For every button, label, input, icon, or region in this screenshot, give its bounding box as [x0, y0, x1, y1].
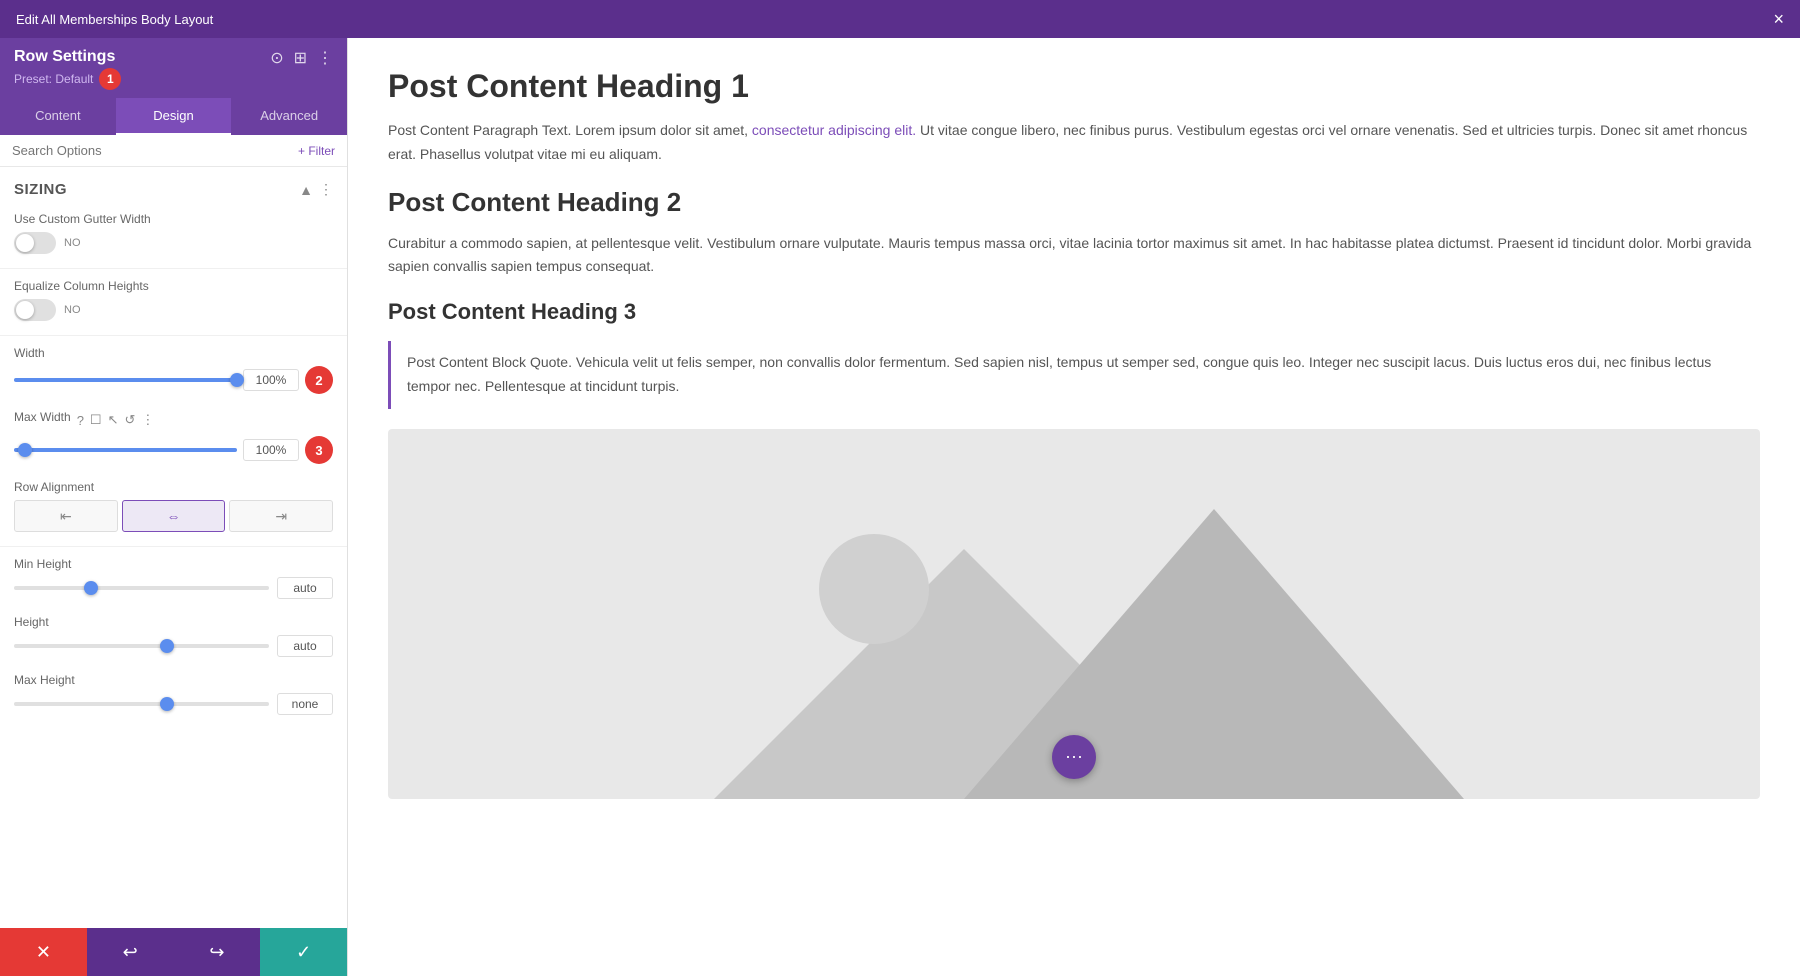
- content-para-1: Post Content Paragraph Text. Lorem ipsum…: [388, 119, 1760, 167]
- equalize-toggle-knob: [16, 301, 34, 319]
- section-more-icon[interactable]: ⋮: [319, 181, 333, 198]
- content-heading-3: Post Content Heading 3: [388, 299, 1760, 325]
- preset-badge: 1: [99, 68, 121, 90]
- max-width-row: Max Width ? ☐ ↖ ↺ ⋮ 3: [0, 404, 347, 474]
- floating-menu-icon: ···: [1065, 746, 1083, 767]
- max-height-row: Max Height: [0, 667, 347, 725]
- row-settings-header: Row Settings Preset: Default 1 ⊙ ⊞ ⋮: [0, 38, 347, 98]
- close-button[interactable]: ×: [1773, 9, 1784, 30]
- custom-gutter-toggle-label: NO: [64, 237, 81, 249]
- help-icon[interactable]: ?: [77, 413, 84, 428]
- bottom-bar: ✕ ↩ ↪ ✓: [0, 928, 347, 976]
- more-icon[interactable]: ⋮: [317, 48, 333, 68]
- height-label: Height: [14, 615, 333, 629]
- link-icon[interactable]: ☐: [90, 412, 102, 428]
- divider-2: [0, 335, 347, 336]
- custom-gutter-label: Use Custom Gutter Width: [14, 212, 333, 226]
- content-para-2: Curabitur a commodo sapien, at pellentes…: [388, 232, 1760, 280]
- max-width-label: Max Width: [14, 410, 71, 424]
- content-blockquote: Post Content Block Quote. Vehicula velit…: [388, 341, 1760, 409]
- tabs: Content Design Advanced: [0, 98, 347, 135]
- equalize-column-heights-row: Equalize Column Heights NO: [0, 273, 347, 331]
- max-width-badge: 3: [305, 436, 333, 464]
- equalize-col-toggle[interactable]: [14, 299, 56, 321]
- align-left-button[interactable]: ⇤: [14, 500, 118, 532]
- min-height-slider[interactable]: [14, 586, 269, 590]
- toggle-knob: [16, 234, 34, 252]
- tab-content[interactable]: Content: [0, 98, 116, 135]
- height-row: Height: [0, 609, 347, 667]
- placeholder-image: ···: [388, 429, 1760, 799]
- max-width-slider-thumb: [18, 443, 32, 457]
- max-height-thumb: [160, 697, 174, 711]
- top-bar-title: Edit All Memberships Body Layout: [16, 12, 213, 27]
- top-bar: Edit All Memberships Body Layout ×: [0, 0, 1800, 38]
- equalize-col-toggle-label: NO: [64, 304, 81, 316]
- tab-advanced[interactable]: Advanced: [231, 98, 347, 135]
- max-width-slider[interactable]: [14, 448, 237, 452]
- width-label: Width: [14, 346, 333, 360]
- height-input[interactable]: [277, 635, 333, 657]
- min-height-input[interactable]: [277, 577, 333, 599]
- content-heading-1: Post Content Heading 1: [388, 68, 1760, 105]
- divider-1: [0, 268, 347, 269]
- undo-button[interactable]: ↩: [87, 928, 174, 976]
- search-bar: + Filter: [0, 135, 347, 167]
- panel-content: Sizing ▲ ⋮ Use Custom Gutter Width NO: [0, 167, 347, 928]
- max-height-label: Max Height: [14, 673, 333, 687]
- tab-design[interactable]: Design: [116, 98, 232, 135]
- redo-icon: ↪: [209, 942, 224, 963]
- main-layout: Row Settings Preset: Default 1 ⊙ ⊞ ⋮ Con…: [0, 38, 1800, 976]
- height-slider[interactable]: [14, 644, 269, 648]
- max-width-input[interactable]: [243, 439, 299, 461]
- save-icon: ✓: [296, 942, 311, 963]
- custom-gutter-width-row: Use Custom Gutter Width NO: [0, 206, 347, 264]
- cursor-icon[interactable]: ↖: [108, 412, 119, 428]
- row-settings-title: Row Settings: [14, 48, 121, 66]
- sizing-section-title: Sizing: [14, 181, 67, 198]
- cancel-icon: ✕: [36, 942, 51, 963]
- max-height-input[interactable]: [277, 693, 333, 715]
- min-height-thumb: [84, 581, 98, 595]
- row-alignment-row: Row Alignment ⇤ ⇔ ⇥: [0, 474, 347, 542]
- row-alignment-label: Row Alignment: [14, 480, 333, 494]
- left-panel: Row Settings Preset: Default 1 ⊙ ⊞ ⋮ Con…: [0, 38, 348, 976]
- align-center-button[interactable]: ⇔: [122, 500, 226, 532]
- alignment-buttons: ⇤ ⇔ ⇥: [14, 500, 333, 532]
- divider-3: [0, 546, 347, 547]
- equalize-col-label: Equalize Column Heights: [14, 279, 333, 293]
- preset-label: Preset: Default: [14, 72, 93, 86]
- redo-button[interactable]: ↪: [174, 928, 261, 976]
- floating-menu-button[interactable]: ···: [1052, 735, 1096, 779]
- content-link[interactable]: consectetur adipiscing elit.: [752, 122, 916, 138]
- reset-icon[interactable]: ↺: [124, 412, 135, 428]
- min-height-label: Min Height: [14, 557, 333, 571]
- content-heading-2: Post Content Heading 2: [388, 187, 1760, 218]
- columns-icon[interactable]: ⊞: [294, 48, 307, 68]
- save-button[interactable]: ✓: [260, 928, 347, 976]
- min-height-row: Min Height: [0, 551, 347, 609]
- filter-button[interactable]: + Filter: [298, 144, 335, 158]
- search-input[interactable]: [12, 143, 290, 158]
- width-row: Width 2: [0, 340, 347, 404]
- settings-icon[interactable]: ⊙: [270, 48, 283, 68]
- align-right-button[interactable]: ⇥: [229, 500, 333, 532]
- max-height-slider[interactable]: [14, 702, 269, 706]
- width-slider-thumb: [230, 373, 244, 387]
- width-input[interactable]: [243, 369, 299, 391]
- right-content: Post Content Heading 1 Post Content Para…: [348, 38, 1800, 976]
- custom-gutter-toggle[interactable]: [14, 232, 56, 254]
- width-badge: 2: [305, 366, 333, 394]
- height-thumb: [160, 639, 174, 653]
- cancel-button[interactable]: ✕: [0, 928, 87, 976]
- width-slider[interactable]: [14, 378, 237, 382]
- sizing-section-header: Sizing ▲ ⋮: [0, 167, 347, 206]
- collapse-arrow-icon[interactable]: ▲: [299, 182, 313, 198]
- para1-text-a: Post Content Paragraph Text. Lorem ipsum…: [388, 122, 752, 138]
- undo-icon: ↩: [123, 942, 138, 963]
- dots-icon[interactable]: ⋮: [141, 412, 154, 428]
